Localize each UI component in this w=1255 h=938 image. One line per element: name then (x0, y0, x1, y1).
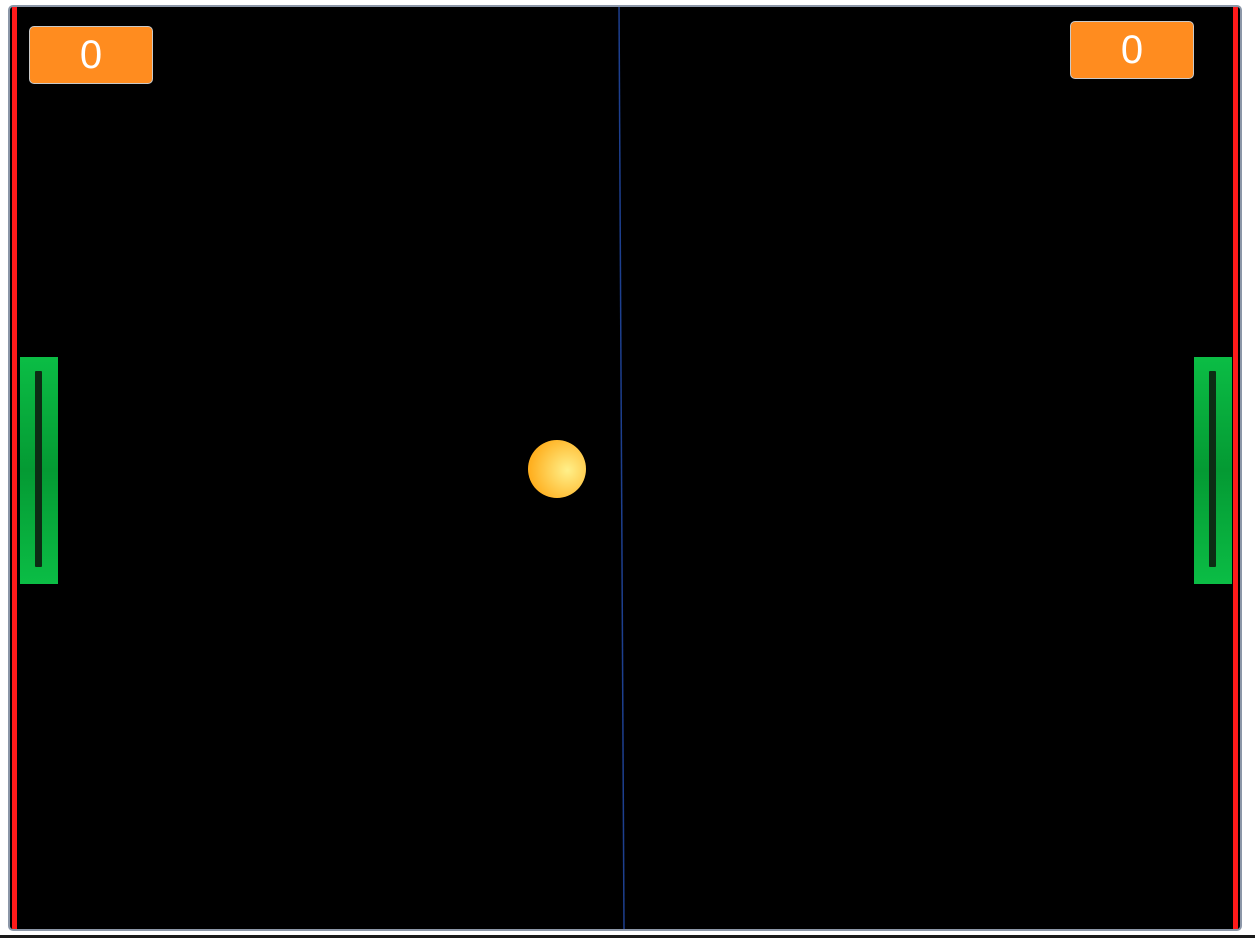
right-score-value: 0 (1120, 28, 1144, 72)
right-paddle[interactable] (1194, 357, 1232, 584)
right-paddle-grip (1209, 371, 1216, 567)
game-stage[interactable]: 0 0 (8, 5, 1242, 931)
left-paddle-grip (35, 371, 42, 567)
right-score-display: 0 (1070, 21, 1194, 79)
left-paddle[interactable] (20, 357, 58, 584)
center-net (618, 7, 625, 929)
ball (528, 440, 586, 498)
center-line (618, 7, 625, 929)
left-score-value: 0 (79, 33, 103, 77)
left-score-display: 0 (29, 26, 153, 84)
